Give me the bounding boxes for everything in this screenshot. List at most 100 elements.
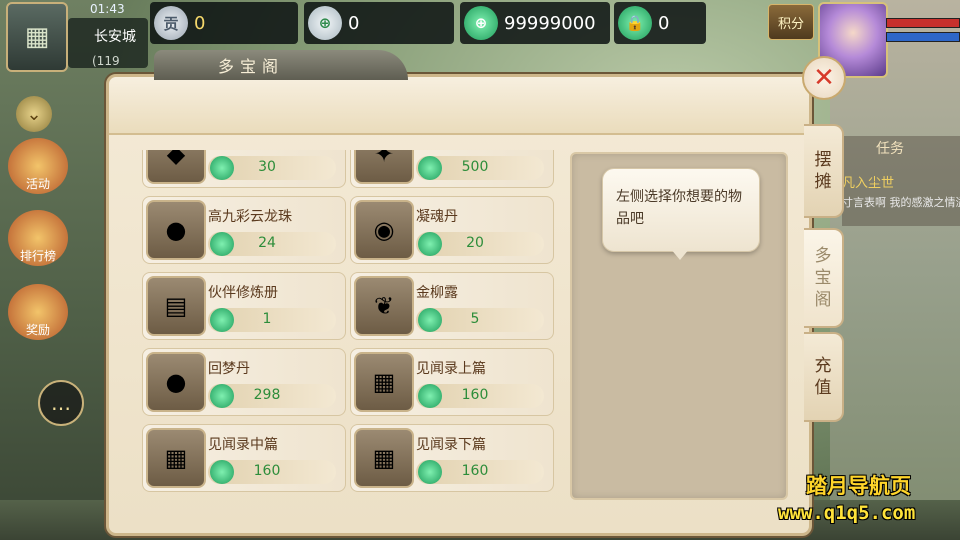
item-price: 160 [461, 387, 489, 403]
jade-coin-icon [210, 232, 234, 256]
watermark-name: 踏月导航页 [806, 474, 911, 498]
watermark-url: www.q1q5.com [778, 502, 916, 524]
tab-stall-char-1: 摆 [814, 150, 832, 170]
shop-item[interactable]: ▤ 伙伴修炼册 1 [142, 272, 346, 340]
item-icon: ◉ [354, 200, 414, 260]
chevron-down-icon: ⌄ [26, 103, 42, 125]
jade-coin-icon [210, 156, 234, 180]
shop-item[interactable]: ● 高九彩云龙珠 24 [142, 196, 346, 264]
tab-shop[interactable]: 多 宝 阁 [804, 228, 844, 328]
jade-coin-icon [418, 156, 442, 180]
jade-coin-icon [418, 232, 442, 256]
reward-button[interactable]: 奖励 [8, 284, 68, 340]
currency-silver[interactable]: ⊕ 0 [304, 2, 454, 44]
collapse-menu-button[interactable]: ⌄ [16, 96, 52, 132]
hp-bar [886, 18, 960, 28]
close-icon: ✕ [813, 63, 835, 93]
item-icon: ▦ [146, 428, 206, 488]
jade-coin-icon [418, 384, 442, 408]
map-icon: ▦ [24, 22, 50, 52]
item-price: 5 [470, 311, 480, 327]
chat-icon: … [51, 391, 71, 415]
item-price: 298 [253, 387, 281, 403]
item-name: 见闻录下篇 [416, 437, 486, 453]
item-name: 金柳露 [416, 285, 458, 301]
reward-label: 奖励 [25, 323, 50, 337]
item-icon: ▦ [354, 352, 414, 412]
locked-jade-value: 0 [658, 12, 670, 34]
item-price: 1 [262, 311, 272, 327]
shop-item[interactable]: ◆ 30 [142, 150, 346, 188]
jade-coin-icon [210, 460, 234, 484]
item-price: 160 [461, 463, 489, 479]
tab-shop-char-1: 多 [814, 246, 832, 266]
chat-button[interactable]: … [38, 380, 84, 426]
task-quest-name[interactable]: 凡入尘世 [842, 172, 894, 191]
points-button[interactable]: 积分 [768, 4, 814, 40]
shop-title: 多宝阁 [154, 50, 408, 80]
item-name: 见闻录上篇 [416, 361, 486, 377]
item-price: 20 [466, 235, 484, 251]
ranking-button[interactable]: 排行榜 [8, 210, 68, 266]
item-name: 伙伴修炼册 [208, 285, 278, 301]
map-button[interactable]: ▦ [6, 2, 68, 72]
jade-coin-icon [418, 308, 442, 332]
tab-stall[interactable]: 摆 摊 [804, 124, 844, 218]
item-name: 高九彩云龙珠 [208, 209, 292, 225]
location-coords: (119 [92, 54, 120, 68]
item-name: 见闻录中篇 [208, 437, 278, 453]
background-scene-left [0, 0, 110, 540]
jade-coin-icon [418, 460, 442, 484]
shop-item[interactable]: ▦ 见闻录下篇 160 [350, 424, 554, 492]
item-name: 回梦丹 [208, 361, 250, 377]
item-icon: ● [146, 352, 206, 412]
tab-recharge-char-1: 充 [814, 356, 832, 376]
shop-item[interactable]: ▦ 见闻录中篇 160 [142, 424, 346, 492]
item-price: 24 [258, 235, 276, 251]
tab-recharge[interactable]: 充 值 [804, 332, 844, 422]
tab-recharge-char-2: 值 [814, 378, 832, 398]
shop-item[interactable]: ▦ 见闻录上篇 160 [350, 348, 554, 416]
shop-item[interactable]: ✦ 500 [350, 150, 554, 188]
jade-coin-icon [210, 384, 234, 408]
panel-header [109, 77, 809, 135]
item-name: 凝魂丹 [416, 209, 458, 225]
item-list[interactable]: ◆ 30 ✦ 500 ● 高九彩云龙珠 24 ◉ 凝魂丹 20 ▤ 伙伴修炼册 1 ❦ 金柳露 5 ● 回梦丹 29… [138, 150, 558, 514]
close-button[interactable]: ✕ [802, 56, 846, 100]
task-title: 任务 [876, 141, 904, 157]
currency-contribution: 贡 0 [150, 2, 298, 44]
item-icon: ● [146, 200, 206, 260]
shop-item[interactable]: ● 回梦丹 298 [142, 348, 346, 416]
contribution-icon: 贡 [154, 6, 188, 40]
item-icon: ▤ [146, 276, 206, 336]
tab-stall-char-2: 摊 [814, 172, 832, 192]
clock-time: 01:43 [90, 2, 125, 16]
contribution-value: 0 [194, 12, 206, 34]
task-quest-desc: 寸言表啊 我的感激之情溢 [842, 196, 960, 209]
item-price: 160 [253, 463, 281, 479]
item-icon: ❦ [354, 276, 414, 336]
currency-jade[interactable]: ⊕ 99999000 [460, 2, 610, 44]
shop-item[interactable]: ◉ 凝魂丹 20 [350, 196, 554, 264]
item-price: 30 [258, 159, 276, 175]
tab-shop-char-2: 宝 [814, 268, 832, 288]
activity-label: 活动 [25, 177, 50, 191]
activity-button[interactable]: 活动 [8, 138, 68, 194]
item-icon: ▦ [354, 428, 414, 488]
location-name[interactable]: 长安城 [94, 26, 136, 46]
shop-item[interactable]: ❦ 金柳露 5 [350, 272, 554, 340]
jade-add-icon[interactable]: ⊕ [464, 6, 498, 40]
jade-value: 99999000 [504, 12, 596, 34]
silver-value: 0 [348, 12, 360, 34]
ranking-label: 排行榜 [19, 249, 56, 263]
currency-locked-jade: 🔒 0 [614, 2, 706, 44]
silver-add-icon[interactable]: ⊕ [308, 6, 342, 40]
hint-text: 左侧选择你想要的物品吧 [616, 189, 742, 227]
tab-shop-char-3: 阁 [814, 290, 832, 310]
item-icon: ◆ [146, 150, 206, 184]
jade-coin-icon [210, 308, 234, 332]
locked-jade-icon: 🔒 [618, 6, 652, 40]
item-price: 500 [461, 159, 489, 175]
mp-bar [886, 32, 960, 42]
hint-bubble-tail [670, 248, 690, 260]
